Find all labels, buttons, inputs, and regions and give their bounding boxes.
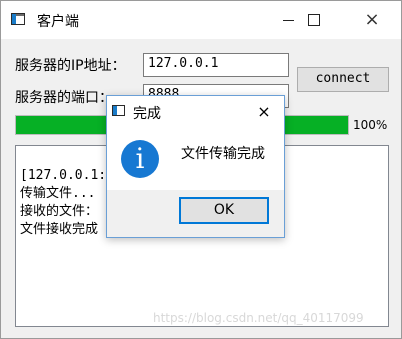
completion-dialog: 完成 × i 文件传输完成 OK bbox=[106, 95, 285, 238]
progress-percent: 100% bbox=[353, 118, 388, 132]
close-button[interactable]: × bbox=[349, 1, 395, 39]
watermark: https://blog.csdn.net/qq_40117099 bbox=[153, 311, 364, 325]
ip-input[interactable]: 127.0.0.1 bbox=[143, 53, 289, 77]
maximize-button[interactable] bbox=[291, 1, 337, 39]
close-icon: × bbox=[364, 9, 380, 30]
dialog-app-icon bbox=[112, 105, 125, 116]
log-line: 传输文件... bbox=[20, 186, 96, 201]
dialog-message: 文件传输完成 bbox=[181, 146, 265, 162]
port-label: 服务器的端口： bbox=[15, 90, 113, 106]
dialog-title-bar: 完成 × bbox=[107, 96, 284, 126]
app-window-icon bbox=[11, 13, 25, 25]
maximize-icon bbox=[308, 14, 320, 26]
dialog-close-icon[interactable]: × bbox=[253, 100, 275, 122]
dialog-title: 完成 bbox=[133, 106, 161, 122]
dialog-footer: OK bbox=[107, 190, 284, 237]
window-title: 客户端 bbox=[37, 14, 79, 30]
title-bar: 客户端 × bbox=[1, 1, 401, 39]
dialog-body: i 文件传输完成 bbox=[107, 126, 284, 190]
ip-label: 服务器的IP地址： bbox=[15, 58, 126, 74]
log-line: 文件接收完成 bbox=[20, 222, 99, 237]
connect-button[interactable]: connect bbox=[297, 67, 389, 92]
ok-button[interactable]: OK bbox=[179, 197, 269, 224]
info-icon: i bbox=[121, 140, 159, 178]
